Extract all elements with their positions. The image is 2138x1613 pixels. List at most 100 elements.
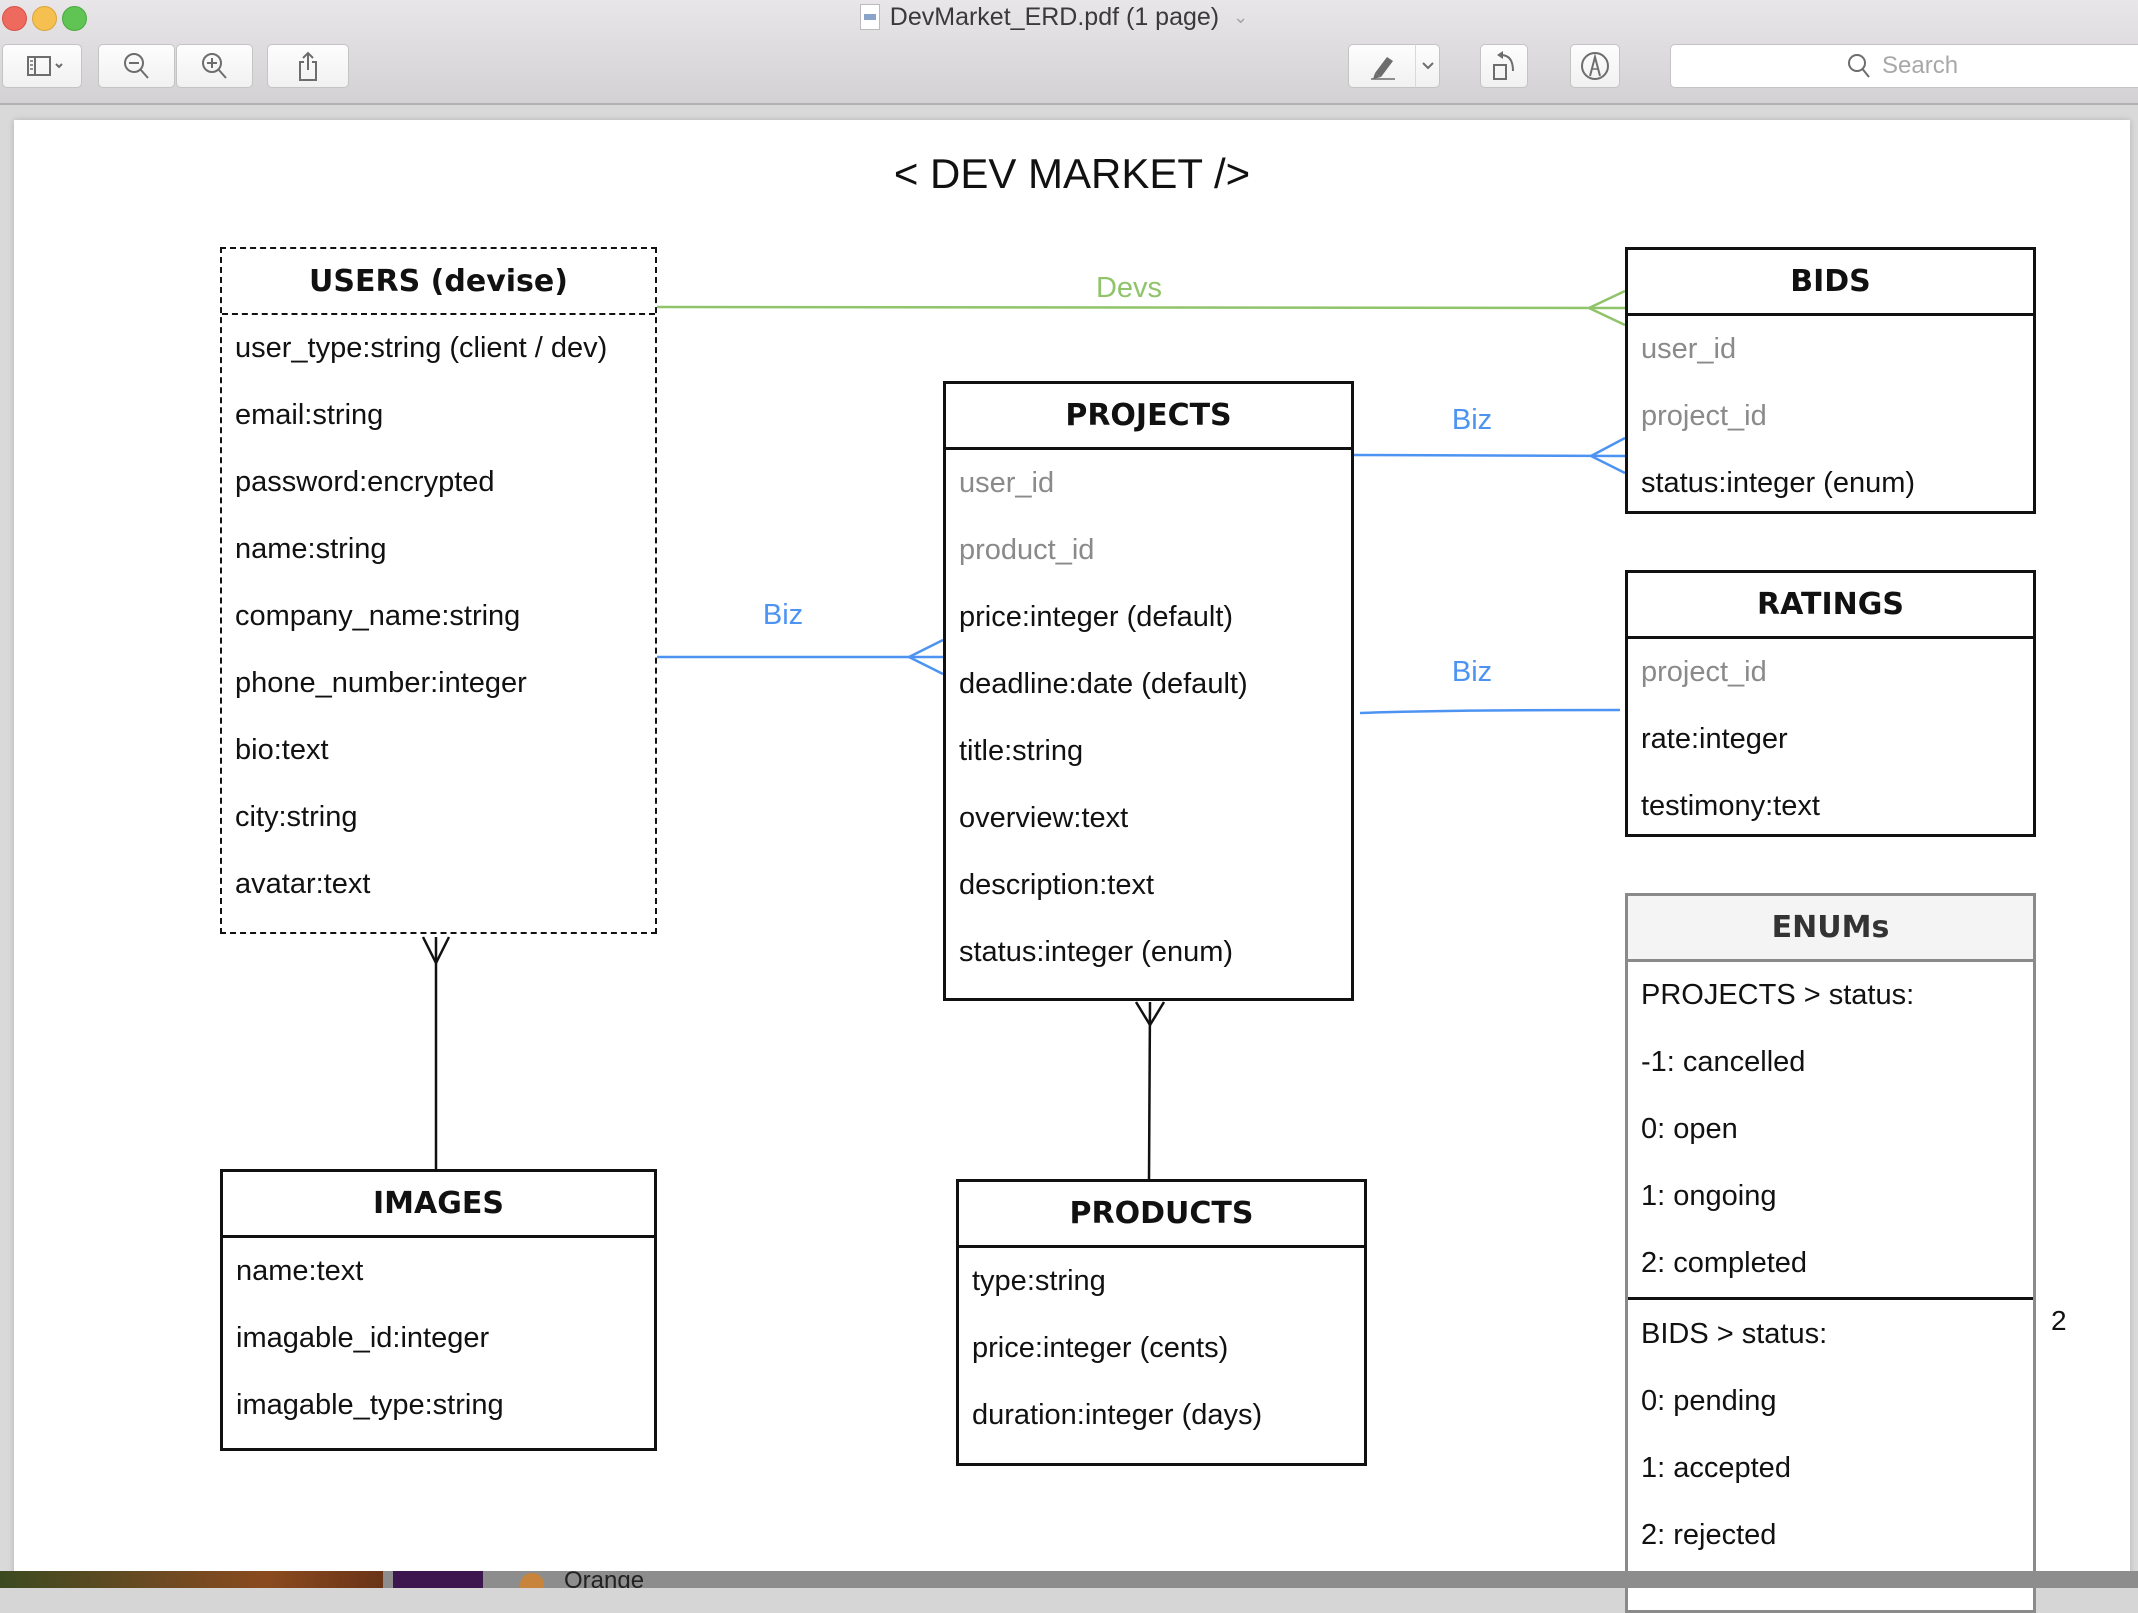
entity-field: duration:integer (days) — [972, 1399, 1263, 1431]
entity-ratings[interactable]: RATINGS project_id rate:integer testimony:… — [1625, 570, 2036, 837]
pen-icon — [1371, 57, 1395, 80]
link-projects-products — [1134, 1001, 1166, 1180]
entity-title: IMAGES — [223, 1172, 654, 1238]
foreign-key-field: user_id — [1641, 333, 1737, 365]
entity-projects[interactable]: PROJECTS user_id product_id price:integer … — [943, 381, 1354, 1001]
enum-value: -1: cancelled — [1641, 1046, 1806, 1078]
sidebar-icon — [27, 56, 63, 76]
annotate-button[interactable] — [1570, 44, 1620, 88]
relationship-label-devs: Devs — [1095, 272, 1163, 304]
entity-title: BIDS — [1628, 250, 2033, 316]
enum-value: 2: rejected — [1641, 1519, 1777, 1551]
entity-field: price:integer (cents) — [972, 1332, 1229, 1364]
entity-field: city:string — [235, 801, 358, 833]
foreign-key-field: user_id — [959, 467, 1055, 499]
diagram-title: < DEV MARKET /> — [893, 150, 1251, 197]
entity-field: status:integer (enum) — [1641, 467, 1916, 499]
crowfoot-icon — [1586, 289, 1626, 327]
entity-enums[interactable]: ENUMs PROJECTS > status: -1: cancelled 0: … — [1625, 893, 2036, 1613]
search-input[interactable] — [1880, 51, 1974, 81]
enum-section: PROJECTS > status: -1: cancelled 0: open 1:… — [1628, 962, 2033, 1297]
search-icon — [1848, 54, 1870, 78]
enum-value: 1: accepted — [1641, 1452, 1791, 1484]
relationship-label-biz: Biz — [762, 599, 804, 631]
enum-value: 1: ongoing — [1641, 1180, 1777, 1212]
entity-field: rate:integer — [1641, 723, 1788, 755]
enum-value: 2: completed — [1641, 1247, 1808, 1279]
crowfoot-icon — [906, 638, 944, 676]
link-users-projects — [656, 638, 944, 676]
entity-title: USERS (devise) — [222, 249, 655, 315]
entity-title: PROJECTS — [946, 384, 1351, 450]
share-icon — [299, 51, 317, 81]
entity-users[interactable]: USERS (devise) user_type:string (client … — [220, 247, 657, 934]
entity-field: description:text — [959, 869, 1155, 901]
pdf-file-icon — [859, 4, 880, 30]
link-users-images — [421, 936, 451, 1169]
document-viewer[interactable]: < DEV MARKET /> Devs Biz Biz Biz USERS (… — [0, 105, 2138, 1613]
entity-field: email:string — [235, 399, 384, 431]
entity-field: name:text — [236, 1255, 364, 1287]
crowfoot-icon — [1134, 1001, 1166, 1028]
entity-field: password:encrypted — [235, 466, 495, 498]
entity-field: imagable_type:string — [236, 1389, 504, 1421]
enum-heading: PROJECTS > status: — [1641, 979, 1915, 1011]
pdf-page: < DEV MARKET /> Devs Biz Biz Biz USERS (… — [14, 120, 2130, 1613]
foreign-key-field: product_id — [959, 534, 1095, 566]
search-field[interactable] — [1670, 44, 2138, 88]
crowfoot-icon — [1588, 436, 1626, 475]
zoom-in-icon — [201, 53, 227, 79]
entity-field: price:integer (default) — [959, 601, 1234, 633]
orange-label[interactable]: Orange — [564, 1571, 644, 1588]
entity-images[interactable]: IMAGES name:text imagable_id:integerimaga… — [220, 1169, 657, 1451]
entity-title: RATINGS — [1628, 573, 2033, 639]
background-app-window[interactable] — [393, 1571, 483, 1588]
markup-button[interactable] — [1348, 44, 1416, 88]
crowfoot-icon — [421, 936, 451, 966]
entity-field: type:string — [972, 1265, 1106, 1297]
zoom-out-button[interactable] — [98, 44, 175, 88]
desktop-wallpaper — [0, 1571, 383, 1588]
link-projects-bids — [1352, 436, 1626, 475]
enum-value: 0: pending — [1641, 1385, 1777, 1417]
entity-field: name:string — [235, 533, 387, 565]
chevron-down-icon: ⌄ — [1233, 6, 1249, 27]
zoom-out-icon — [123, 53, 149, 79]
entity-field: bio:text — [235, 734, 329, 766]
entity-field: testimony:text — [1641, 790, 1820, 822]
enum-section: BIDS > status: 0: pending 1: accepted 2: re… — [1628, 1297, 2033, 1569]
desktop-background: Orange — [0, 1571, 2138, 1588]
markup-options-button[interactable] — [1415, 44, 1440, 88]
entity-field: status:integer (enum) — [959, 936, 1234, 968]
entity-bids[interactable]: BIDS user_id project_id status:integer (en… — [1625, 247, 2036, 514]
chevron-down-icon — [1421, 62, 1434, 70]
orange-label-dot-icon — [520, 1573, 544, 1588]
foreign-key-field: project_id — [1641, 656, 1767, 688]
enum-heading: BIDS > status: — [1641, 1318, 1828, 1350]
share-button[interactable] — [267, 44, 349, 88]
relationship-label-biz: Biz — [1451, 656, 1493, 688]
entity-products[interactable]: PRODUCTS type:string price:integer (cents… — [956, 1179, 1367, 1466]
enum-value: 0: open — [1641, 1113, 1738, 1145]
entity-title: ENUMs — [1628, 896, 2033, 962]
entity-field: avatar:text — [235, 868, 371, 900]
rotate-button[interactable] — [1480, 44, 1528, 88]
foreign-key-field: project_id — [1641, 400, 1767, 432]
link-projects-ratings — [1359, 708, 1621, 715]
entity-field: user_type:string (client / dev) — [235, 332, 608, 364]
sidebar-toggle-button[interactable] — [2, 44, 82, 88]
window-title[interactable]: DevMarket_ERD.pdf (1 page) ⌄ — [0, 0, 2138, 34]
annotate-icon — [1581, 52, 1609, 80]
entity-field: title:string — [959, 735, 1084, 767]
window-toolbar: DevMarket_ERD.pdf (1 page) ⌄ — [0, 0, 2138, 105]
relationship-label-biz: Biz — [1451, 404, 1493, 436]
entity-field: deadline:date (default) — [959, 668, 1248, 700]
entity-field: phone_number:integer — [235, 667, 527, 699]
entity-field: imagable_id:integer — [236, 1322, 490, 1354]
zoom-in-button[interactable] — [176, 44, 253, 88]
entity-field: overview:text — [959, 802, 1129, 834]
entity-field: company_name:string — [235, 600, 521, 632]
rotate-left-icon — [1493, 51, 1514, 80]
window-title-text: DevMarket_ERD.pdf (1 page) — [889, 2, 1220, 31]
entity-title: PRODUCTS — [959, 1182, 1364, 1248]
